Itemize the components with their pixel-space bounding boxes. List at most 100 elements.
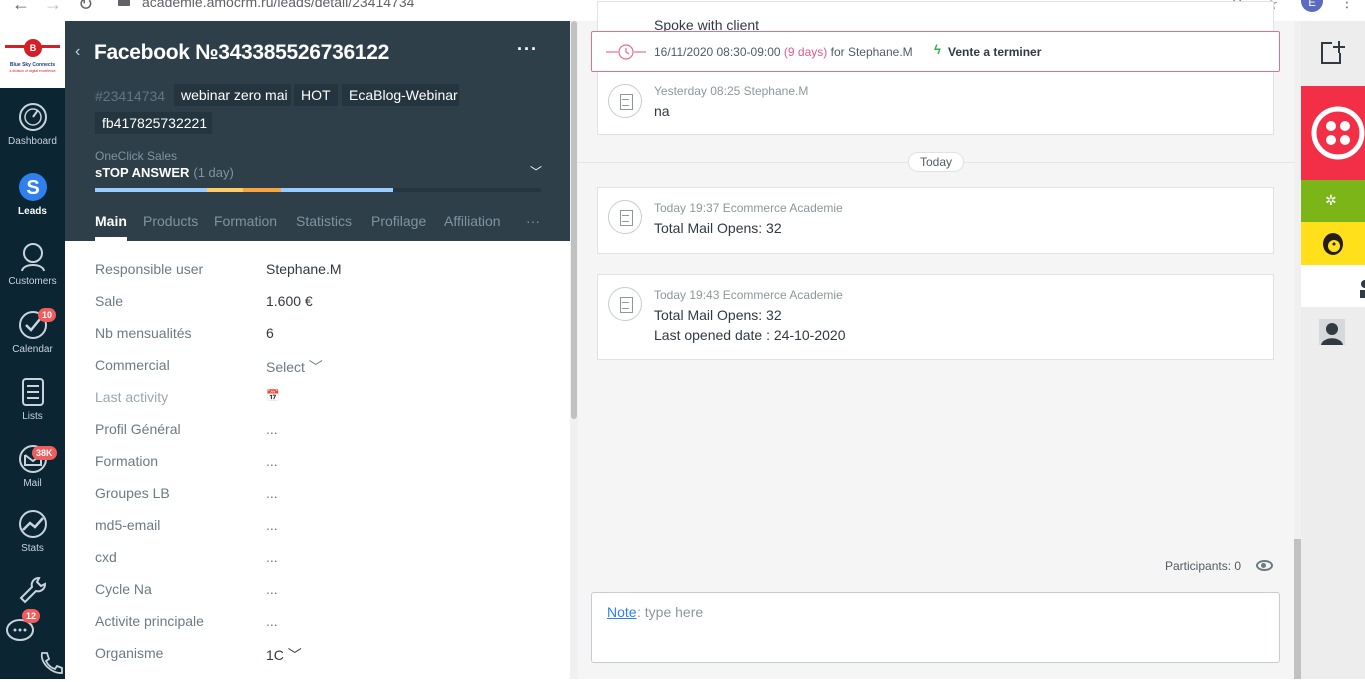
nav-leads[interactable]: S Leads [0, 171, 65, 217]
nav-phone[interactable] [0, 647, 65, 682]
note-card-mail-opens[interactable]: Today 19:37 Ecommerce Academie Total Mai… [597, 187, 1274, 254]
field-label: Cycle Na [95, 581, 152, 597]
field-value[interactable]: ... [266, 549, 278, 565]
lead-panel-scrollbar[interactable] [570, 21, 578, 679]
composer-placeholder[interactable]: : type here [637, 604, 703, 620]
note-composer[interactable]: Note : type here [591, 592, 1280, 663]
browser-menu-icon[interactable]: ⋮ [1340, 0, 1354, 11]
twilio-widget[interactable] [1301, 86, 1365, 180]
tag-ecablog-webinar[interactable]: EcaBlog-Webinar [342, 84, 459, 106]
feed-scrollbar[interactable] [1294, 21, 1301, 679]
stage-selector[interactable]: sTOP ANSWER (1 day) [95, 165, 234, 180]
organisme-select[interactable]: 1C ﹀ [266, 645, 302, 665]
nav-chats[interactable]: 12 [0, 609, 65, 651]
pipeline-progress-bar [95, 188, 541, 192]
nav-settings[interactable] [0, 574, 65, 609]
nav-lists[interactable]: Lists [0, 376, 65, 422]
commercial-select[interactable]: Select ﹀ [266, 357, 323, 377]
mailchimp-widget[interactable] [1301, 222, 1365, 265]
back-chevron-icon[interactable]: ‹ [75, 43, 80, 61]
field-label: Profil Général [95, 421, 181, 437]
note-document-icon [608, 200, 642, 234]
task-card[interactable]: 16/11/2020 08:30-09:00 (9 days) for Step… [591, 31, 1280, 72]
nav-label-leads: Leads [18, 206, 47, 217]
calendar-icon[interactable]: 📅 [266, 389, 280, 402]
field-label: Organisme [95, 645, 164, 661]
note-card-mail-opens-date[interactable]: Today 19:43 Ecommerce Academie Total Mai… [597, 274, 1274, 360]
note-meta: Yesterday 08:25 Stephane.M [654, 84, 809, 98]
eye-icon[interactable] [1256, 560, 1273, 571]
lists-icon [21, 378, 44, 406]
nav-calendar[interactable]: Calendar 10 [0, 308, 65, 355]
field-value[interactable]: 6 [266, 325, 274, 341]
company-logo[interactable]: B Blue Sky Connects a division of digita… [0, 21, 65, 88]
field-cycle-na: Cycle Na ... [95, 581, 555, 613]
nav-dashboard[interactable]: Dashboard [0, 101, 65, 147]
field-value[interactable]: 1.600 € [266, 293, 313, 309]
lead-title[interactable]: Facebook №343385526736122 [94, 41, 389, 65]
nav-stats[interactable]: Stats [0, 508, 65, 554]
activity-feed: Spoke with client Yesterday 08:25 Stepha… [578, 1, 1294, 679]
scrollbar-thumb[interactable] [1294, 539, 1301, 679]
field-activite-principale: Activite principale ... [95, 613, 555, 645]
field-nb-mensualites: Nb mensualités 6 [95, 325, 555, 357]
gear-widget[interactable]: ✲ [1301, 180, 1365, 222]
tab-more-icon[interactable]: ··· [526, 213, 540, 229]
nav-label-mail: Mail [23, 478, 42, 489]
field-label: Activite principale [95, 613, 204, 629]
stage-chevron-down-icon[interactable]: ﹀ [530, 163, 542, 180]
address-bar[interactable]: academie.amocrm.ru/leads/detail/23414734 [142, 0, 414, 10]
field-md5-email: md5-email ... [95, 517, 555, 549]
field-label: Responsible user [95, 261, 204, 277]
back-arrow-icon[interactable]: ← [12, 0, 30, 15]
field-value[interactable]: ... [266, 517, 278, 533]
note-document-icon [608, 84, 642, 118]
progress-segment [95, 188, 207, 192]
lead-menu-dots-icon[interactable]: ··· [517, 39, 538, 60]
nav-label-stats: Stats [21, 543, 44, 554]
field-value[interactable]: Stephane.M [266, 261, 342, 277]
nav-mail[interactable]: Mail 38K [0, 443, 65, 489]
tab-profilage[interactable]: Profilage [371, 213, 426, 229]
today-divider: Today [908, 152, 965, 172]
tag-fb-id[interactable]: fb417825732221 [95, 112, 212, 134]
contact-widget[interactable] [1301, 265, 1365, 307]
field-label: Last activity [95, 389, 169, 405]
field-value[interactable]: ... [266, 581, 278, 597]
dashboard-icon [18, 103, 47, 131]
tab-main[interactable]: Main [95, 213, 127, 241]
lead-card-panel: ‹ Facebook №343385526736122 ··· #2341473… [65, 21, 570, 679]
field-value[interactable]: ... [266, 421, 278, 437]
tag-hot[interactable]: HOT [294, 84, 338, 106]
field-value[interactable]: ... [266, 485, 278, 501]
participants-count[interactable]: Participants: 0 [1165, 559, 1241, 573]
field-value[interactable]: ... [266, 613, 278, 629]
nav-label-dashboard: Dashboard [8, 136, 57, 147]
user-avatar-widget[interactable] [1301, 307, 1365, 357]
note-meta: Today 19:43 Ecommerce Academie [654, 288, 843, 302]
note-text: Total Mail Opens: 32 [654, 307, 782, 323]
lock-icon [118, 0, 130, 6]
tab-affiliation[interactable]: Affiliation [444, 213, 501, 229]
reload-icon[interactable]: ↻ [78, 0, 93, 15]
tag-webinar-zero[interactable]: webinar zero mai [174, 84, 291, 106]
tab-formation[interactable]: Formation [214, 213, 277, 229]
note-meta: Today 19:37 Ecommerce Academie [654, 201, 843, 215]
svg-text:S: S [26, 177, 39, 199]
nav-customers[interactable]: Customers [0, 241, 65, 287]
tab-products[interactable]: Products [143, 213, 198, 229]
composer-type-switch[interactable]: Note [607, 604, 637, 620]
mailchimp-icon [1323, 233, 1343, 255]
forward-arrow-icon[interactable]: → [44, 0, 62, 15]
field-label: Nb mensualités [95, 325, 192, 341]
lead-id: #23414734 [95, 88, 166, 104]
field-label: Commercial [95, 357, 170, 373]
field-formation: Formation ... [95, 453, 555, 485]
field-organisme: Organisme 1C ﹀ [95, 645, 555, 677]
add-widget-button[interactable] [1301, 21, 1365, 86]
field-value[interactable]: ... [266, 453, 278, 469]
scrollbar-thumb[interactable] [571, 21, 577, 419]
profile-avatar[interactable]: E [1301, 0, 1323, 12]
tab-statistics[interactable]: Statistics [296, 213, 352, 229]
gear-widget-icon: ✲ [1325, 192, 1337, 208]
